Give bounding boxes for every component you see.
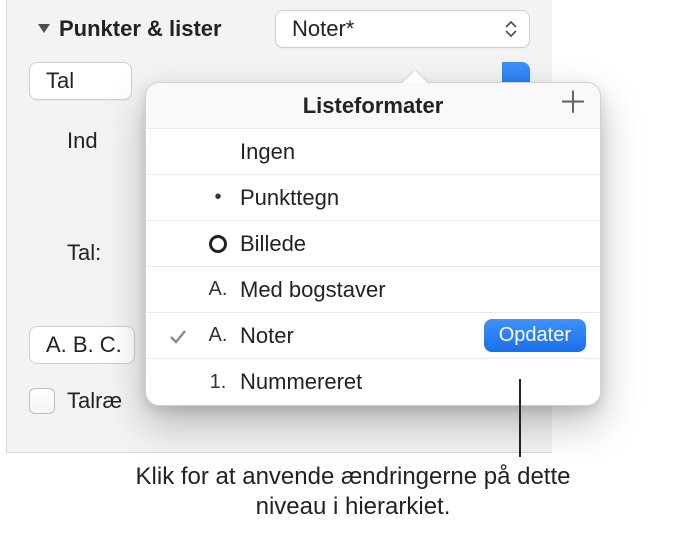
list-style-item-label: Noter [240,323,476,349]
talraek-label: Talræ [67,388,122,414]
indentation-label: Ind [67,128,98,154]
list-style-item-label: Nummereret [240,369,586,395]
list-style-item-image[interactable]: Billede [146,221,600,267]
bullet-preview: • [196,186,240,209]
list-style-item-bullet[interactable]: • Punkttegn [146,175,600,221]
check-icon [160,326,196,346]
add-style-button[interactable]: ＋ [558,89,588,119]
bullet-preview [196,235,240,253]
disclosure-triangle-icon[interactable] [37,21,51,37]
list-style-item-none[interactable]: Ingen [146,129,600,175]
list-style-item-label: Billede [240,231,586,257]
list-type-value: Tal [46,68,74,94]
circle-bullet-icon [209,235,227,253]
list-style-item-noter[interactable]: A. Noter Opdater [146,313,600,359]
list-style-value: Noter* [292,16,354,42]
list-style-item-label: Ingen [240,139,586,165]
section-header-row: Punkter & lister Noter* [7,10,552,48]
list-type-select[interactable]: Tal [29,62,132,100]
callout-text: Klik for at anvende ændringerne på dette… [98,462,608,522]
popover-header: Listeformater ＋ [146,83,600,129]
list-styles-popover: Listeformater ＋ Ingen • Punkttegn Billed… [145,82,601,406]
popover-title: Listeformater [303,93,444,119]
bullet-preview: A. [196,278,240,301]
talraek-row: Talræ [29,388,122,414]
updown-chevron-icon [505,21,517,37]
number-format-value: A. B. C. [46,332,122,358]
bullet-preview: A. [196,324,240,347]
list-style-item-label: Med bogstaver [240,277,586,303]
list-style-item-label: Punkttegn [240,185,586,211]
update-style-button[interactable]: Opdater [484,319,586,352]
list-style-item-numbered[interactable]: 1. Nummereret [146,359,600,405]
bullet-preview: 1. [196,371,240,394]
talraek-checkbox[interactable] [29,388,55,414]
callout-leader-line [519,379,521,457]
list-style-select[interactable]: Noter* [275,10,530,48]
list-style-item-letters[interactable]: A. Med bogstaver [146,267,600,313]
number-format-select[interactable]: A. B. C. [29,326,135,364]
type-row: Tal [29,62,132,100]
numbers-label: Tal: [67,240,101,266]
section-title: Punkter & lister [59,16,275,42]
